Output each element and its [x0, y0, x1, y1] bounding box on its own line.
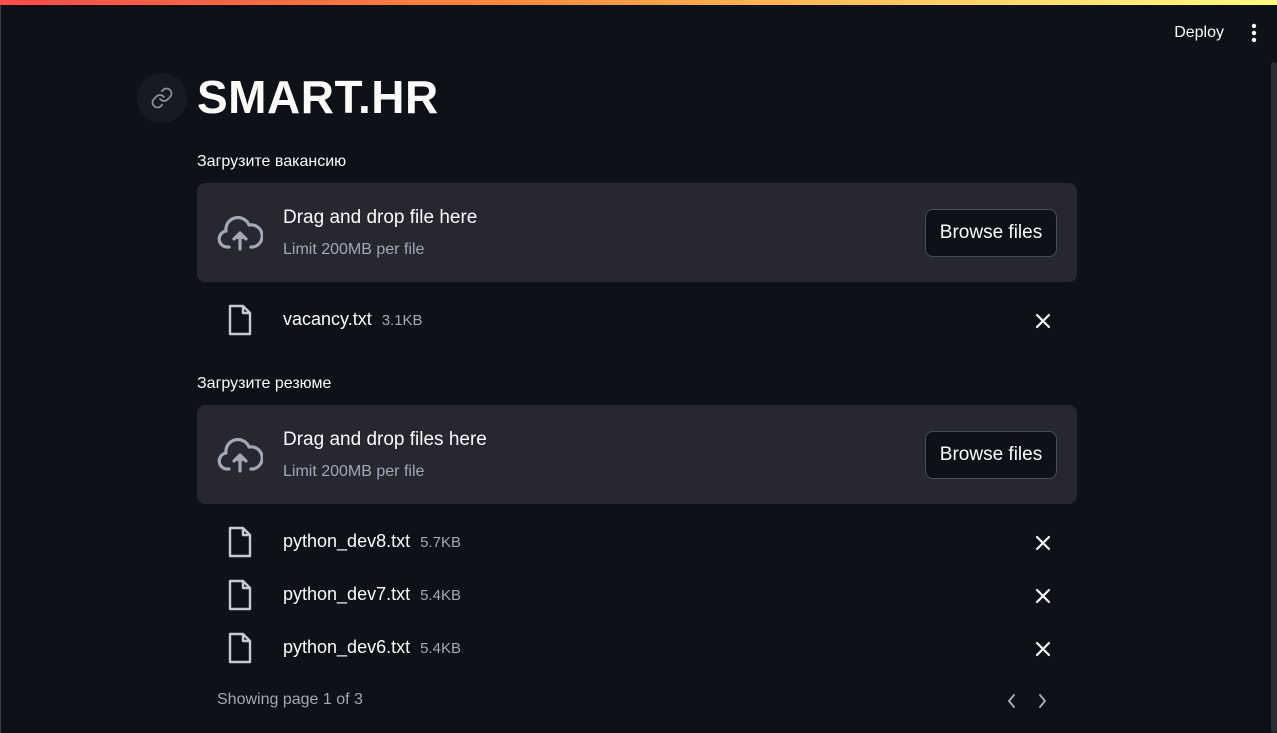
top-decoration-stripe — [0, 0, 1277, 5]
cloud-upload-icon — [217, 437, 263, 473]
uploaded-file-row: vacancy.txt 3.1KB — [197, 300, 1077, 340]
uploaded-file-row: python_dev6.txt 5.4KB — [197, 628, 1077, 668]
file-size: 5.7KB — [420, 534, 461, 551]
file-size: 5.4KB — [420, 640, 461, 657]
dropzone-title: Drag and drop file here — [283, 207, 478, 228]
file-name: python_dev8.txt 5.7KB — [283, 531, 461, 551]
window-edge — [0, 5, 1, 733]
vacancy-uploader-label: Загрузите вакансию — [197, 153, 347, 170]
header-actions: Deploy — [1174, 20, 1262, 46]
cloud-upload-icon — [217, 215, 263, 251]
close-icon[interactable] — [1033, 311, 1053, 331]
file-icon — [228, 304, 252, 336]
file-name: python_dev7.txt 5.4KB — [283, 584, 461, 604]
browse-files-button[interactable]: Browse files — [925, 431, 1057, 479]
deploy-button[interactable]: Deploy — [1174, 24, 1224, 42]
dropzone-limit: Limit 200MB per file — [283, 241, 425, 258]
file-size: 5.4KB — [420, 587, 461, 604]
uploaded-file-row: python_dev8.txt 5.7KB — [197, 522, 1077, 562]
browse-files-button[interactable]: Browse files — [925, 209, 1057, 257]
file-icon — [228, 526, 252, 558]
chevron-left-icon[interactable] — [1001, 690, 1023, 712]
page-title: SMART.HR — [197, 71, 439, 123]
dropzone-limit: Limit 200MB per file — [283, 463, 425, 480]
pagination-status: Showing page 1 of 3 — [217, 691, 363, 708]
uploaded-file-row: python_dev7.txt 5.4KB — [197, 575, 1077, 615]
file-name: vacancy.txt 3.1KB — [283, 309, 423, 329]
resume-uploader-label: Загрузите резюме — [197, 375, 332, 392]
kebab-menu-icon[interactable] — [1246, 20, 1262, 46]
vacancy-dropzone[interactable]: Drag and drop file here Limit 200MB per … — [197, 183, 1077, 282]
file-name: python_dev6.txt 5.4KB — [283, 637, 461, 657]
close-icon[interactable] — [1033, 639, 1053, 659]
dropzone-title: Drag and drop files here — [283, 429, 487, 450]
file-size: 3.1KB — [381, 312, 423, 329]
close-icon[interactable] — [1033, 586, 1053, 606]
file-icon — [228, 632, 252, 664]
file-icon — [228, 579, 252, 611]
close-icon[interactable] — [1033, 533, 1053, 553]
heading-anchor-link-icon[interactable] — [137, 73, 187, 123]
scrollbar[interactable] — [1271, 62, 1277, 733]
chevron-right-icon[interactable] — [1031, 690, 1053, 712]
resume-dropzone[interactable]: Drag and drop files here Limit 200MB per… — [197, 405, 1077, 504]
